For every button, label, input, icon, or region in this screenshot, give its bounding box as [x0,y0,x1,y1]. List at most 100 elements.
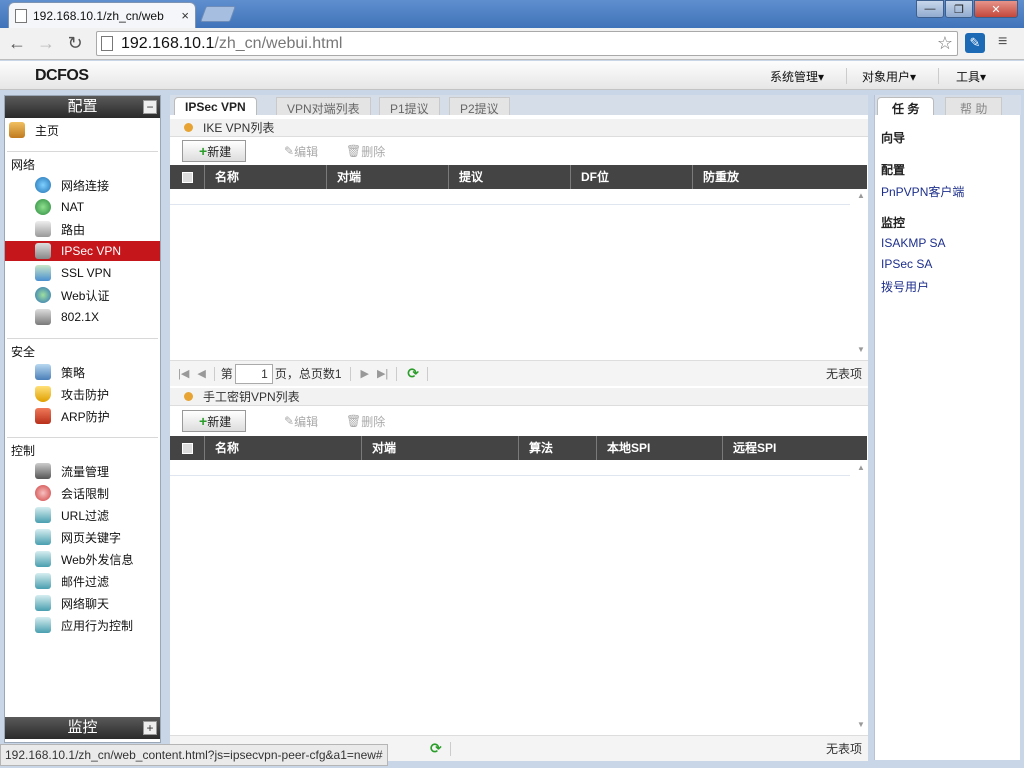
divider [349,366,351,381]
sidebar-item-label: 主页 [35,123,60,138]
address-bar[interactable]: 192.168.10.1/zh_cn/webui.html ☆ [96,31,958,56]
sidebar-item-keyword[interactable]: 网页关键字 [5,527,160,547]
sidebar-item-attack-defense[interactable]: 攻击防护 [5,384,160,404]
sidebar-item-home[interactable]: 主页 [5,120,160,140]
scroll-down-icon[interactable]: ▼ [854,720,868,729]
sidebar-item-url-filter[interactable]: URL过滤 [5,505,160,525]
expand-button[interactable]: + [143,721,157,735]
ssl-vpn-icon [35,265,51,281]
tab-ipsec-vpn[interactable]: IPSec VPN [174,97,257,115]
web-auth-icon [35,287,51,303]
extension-icon[interactable]: ✎ [965,33,985,53]
prev-page-icon[interactable]: ◀ [197,367,205,380]
pnpvpn-client-link[interactable]: PnPVPN客户端 [881,183,964,200]
scroll-up-icon[interactable]: ▲ [854,191,868,200]
col-peer[interactable]: 对端 [326,165,448,189]
sidebar-item-session-limit[interactable]: 会话限制 [5,483,160,503]
last-page-icon[interactable]: ▶| [377,367,388,380]
browser-menu-icon[interactable]: ≡ [998,33,1007,51]
traffic-icon [35,463,51,479]
sidebar-item-network-connection[interactable]: 网络连接 [5,175,160,195]
minimize-button[interactable]: — [916,0,944,18]
tab-tasks[interactable]: 任 务 [877,97,935,116]
menu-tools[interactable]: 工具▾ [956,68,986,85]
group-network: 网络 [11,158,36,172]
col-name[interactable]: 名称 [204,436,361,460]
next-page-icon[interactable]: ▶ [361,367,369,380]
sidebar-item-traffic-management[interactable]: 流量管理 [5,461,160,481]
col-name[interactable]: 名称 [204,165,326,189]
config-heading: 配置 [881,163,906,177]
sidebar-item-arp-defense[interactable]: ARP防护 [5,406,160,426]
menu-system-management[interactable]: 系统管理▾ [770,68,824,85]
col-anti-replay[interactable]: 防重放 [692,165,847,189]
edit-label: 编辑 [294,144,319,159]
sidebar-item-chat[interactable]: 网络聊天 [5,593,160,613]
ike-empty-row [170,189,850,205]
app-control-icon [35,617,51,633]
dialup-user-link[interactable]: 拨号用户 [881,278,929,295]
tab-title: 192.168.10.1/zh_cn/web [33,8,164,23]
refresh-icon[interactable]: ⟳ [430,740,442,757]
col-local-spi[interactable]: 本地SPI [596,436,722,460]
close-window-button[interactable]: ✕ [974,0,1018,18]
tab-help[interactable]: 帮 助 [945,97,1003,116]
config-header[interactable]: 配置 − [5,96,160,118]
scroll-down-icon[interactable]: ▼ [854,345,868,354]
sidebar-item-8021x[interactable]: 802.1X [5,307,160,327]
bookmark-star-icon[interactable]: ☆ [937,33,953,54]
col-remote-spi[interactable]: 远程SPI [722,436,867,460]
col-peer[interactable]: 对端 [361,436,518,460]
refresh-icon[interactable]: ⟳ [407,365,419,382]
edit-icon: ✎ [284,414,295,428]
sidebar-item-web-outbound[interactable]: Web外发信息 [5,549,160,569]
select-all-checkbox[interactable] [170,165,204,189]
scroll-up-icon[interactable]: ▲ [854,463,868,472]
tab-p2-proposal[interactable]: P2提议 [449,97,510,116]
checkbox-box [181,442,193,454]
manual-new-button[interactable]: + 新建 [182,410,247,432]
close-tab-icon[interactable]: × [181,8,189,23]
sidebar-item-mail-filter[interactable]: 邮件过滤 [5,571,160,591]
shield-icon [35,386,51,402]
divider [427,366,429,381]
browser-tab[interactable]: 192.168.10.1/zh_cn/web × [8,2,196,28]
manual-delete-button[interactable]: 🗑 删除 [346,410,385,432]
monitor-heading: 监控 [881,216,906,230]
monitor-header[interactable]: 监控 + [5,717,160,739]
back-arrow-icon[interactable]: ← [6,32,28,54]
maximize-button[interactable]: ❐ [945,0,973,18]
first-page-icon[interactable]: |◀ [178,367,189,380]
keyword-icon [35,529,51,545]
ike-delete-button[interactable]: 🗑 删除 [346,140,385,162]
sidebar-item-app-control[interactable]: 应用行为控制 [5,615,160,635]
sidebar-item-label: 攻击防护 [61,387,110,402]
page-input[interactable]: 1 [234,363,273,384]
manual-edit-button[interactable]: ✎ 编辑 [284,410,318,432]
collapse-button[interactable]: − [143,100,157,114]
tab-vpn-peer-list[interactable]: VPN对端列表 [276,97,371,116]
sidebar-item-routing[interactable]: 路由 [5,219,160,239]
ipsec-sa-link[interactable]: IPSec SA [881,257,932,271]
forward-arrow-icon[interactable]: → [35,32,57,54]
sidebar-item-nat[interactable]: NAT [5,197,160,217]
sidebar-item-web-auth[interactable]: Web认证 [5,285,160,305]
tab-p1-proposal[interactable]: P1提议 [379,97,440,116]
sidebar-item-ipsec-vpn[interactable]: IPSec VPN [5,241,160,261]
isakmp-sa-link[interactable]: ISAKMP SA [881,236,945,250]
select-all-checkbox[interactable] [170,436,204,460]
divider [7,338,158,339]
reload-icon[interactable]: ↻ [64,32,86,54]
sidebar-item-policy[interactable]: 策略 [5,362,160,382]
col-df-bit[interactable]: DF位 [570,165,692,189]
ike-table-header: 名称 对端 提议 DF位 防重放 [170,165,867,189]
col-proposal[interactable]: 提议 [448,165,570,189]
main-content: IPSec VPN VPN对端列表 P1提议 P2提议 IKE VPN列表 + … [170,95,868,761]
ike-new-button[interactable]: + 新建 [182,140,247,162]
new-tab-button[interactable] [200,6,236,22]
col-algorithm[interactable]: 算法 [518,436,596,460]
sidebar-item-ssl-vpn[interactable]: SSL VPN [5,263,160,283]
ike-edit-button[interactable]: ✎ 编辑 [284,140,318,162]
group-security: 安全 [11,345,36,359]
menu-object-user[interactable]: 对象用户▾ [862,68,916,85]
